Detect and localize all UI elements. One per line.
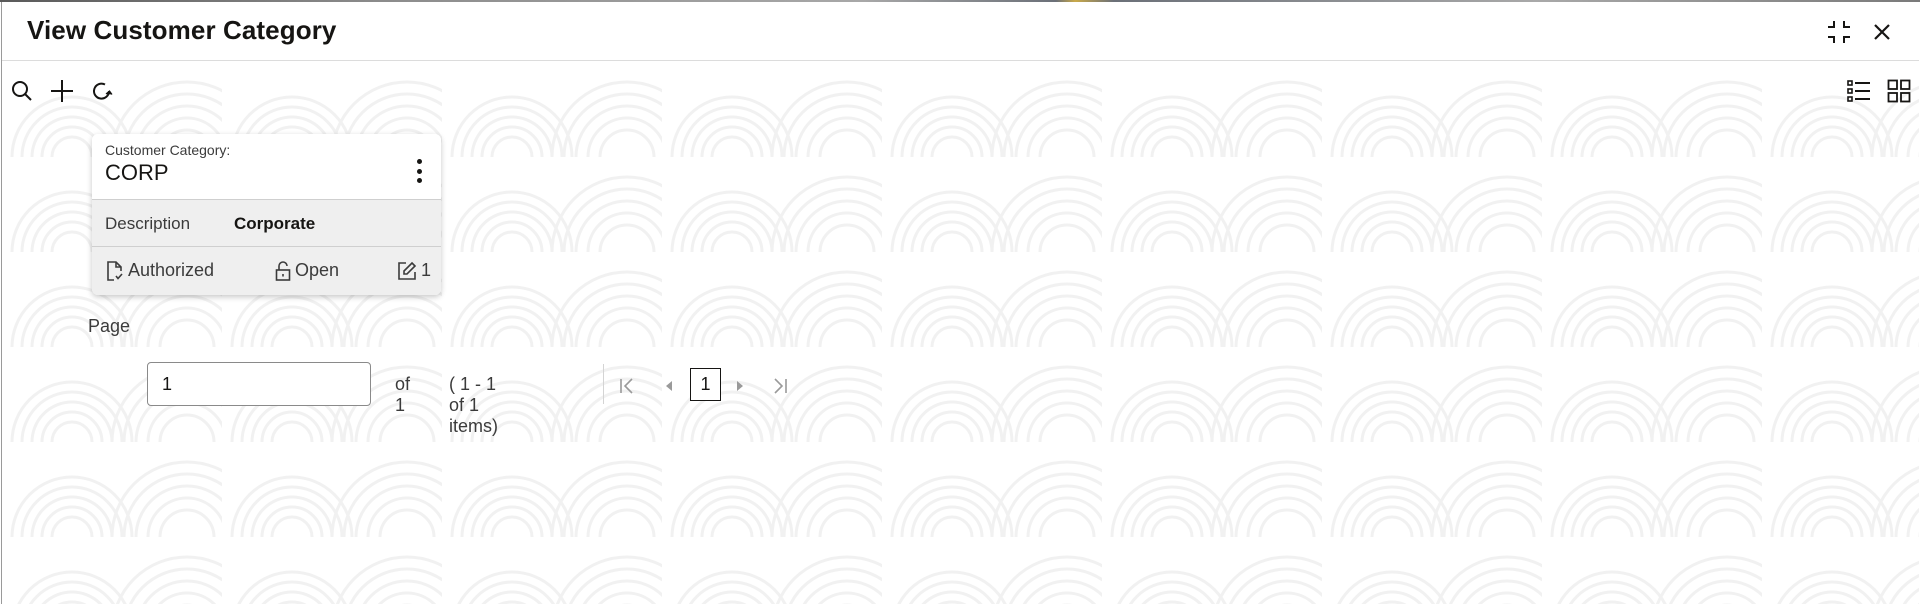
customer-category-value: CORP bbox=[105, 160, 169, 185]
page-number-input[interactable] bbox=[147, 362, 371, 406]
search-button[interactable] bbox=[9, 78, 35, 104]
record-status-text: Open bbox=[295, 260, 340, 280]
last-page-icon bbox=[774, 378, 787, 394]
kebab-dot bbox=[416, 168, 422, 174]
current-page-button[interactable]: 1 bbox=[690, 368, 721, 401]
kebab-dot bbox=[416, 178, 422, 183]
plus-icon bbox=[51, 80, 73, 102]
page-label: Page bbox=[88, 316, 131, 336]
description-label: Description bbox=[105, 214, 191, 233]
edit-icon bbox=[398, 261, 417, 280]
authorized-document-icon bbox=[107, 260, 123, 281]
refresh-button[interactable] bbox=[89, 78, 115, 104]
more-actions-button[interactable] bbox=[409, 156, 429, 186]
list-view-icon bbox=[1847, 80, 1870, 102]
authorization-status: Authorized bbox=[106, 260, 214, 281]
close-icon bbox=[1874, 24, 1890, 40]
previous-page-button[interactable] bbox=[658, 375, 680, 397]
record-status: Open bbox=[275, 260, 339, 281]
modification-count: 1 bbox=[397, 260, 431, 281]
unlock-icon bbox=[275, 260, 291, 281]
close-button[interactable] bbox=[1868, 18, 1896, 46]
kebab-dot bbox=[416, 159, 422, 164]
previous-page-icon bbox=[666, 381, 672, 391]
content-area: Customer Category: CORP Description Corp… bbox=[2, 62, 1919, 604]
page-title: View Customer Category bbox=[27, 15, 337, 45]
card-description-row: Description Corporate bbox=[92, 200, 441, 247]
next-page-button[interactable] bbox=[729, 375, 751, 397]
description-value: Corporate bbox=[234, 214, 316, 233]
modification-count-text: 1 bbox=[421, 260, 432, 280]
first-page-icon bbox=[620, 378, 633, 394]
authorization-status-text: Authorized bbox=[128, 260, 215, 280]
search-icon bbox=[12, 81, 32, 101]
next-page-icon bbox=[737, 381, 743, 391]
last-page-button[interactable] bbox=[769, 375, 791, 397]
card-header: Customer Category: CORP bbox=[92, 134, 441, 200]
card-footer: Authorized Open 1 bbox=[92, 247, 441, 295]
customer-category-label: Customer Category: bbox=[105, 142, 231, 158]
grid-view-button[interactable] bbox=[1886, 78, 1912, 104]
compress-icon bbox=[1828, 21, 1850, 43]
refresh-icon bbox=[93, 82, 113, 100]
list-view-button[interactable] bbox=[1846, 78, 1872, 104]
record-card[interactable]: Customer Category: CORP Description Corp… bbox=[92, 134, 441, 295]
add-button[interactable] bbox=[49, 78, 75, 104]
window-header: View Customer Category bbox=[2, 2, 1919, 61]
first-page-button[interactable] bbox=[616, 375, 638, 397]
item-range-text: ( 1 - 1 of 1 items) bbox=[449, 374, 498, 436]
grid-view-icon bbox=[1887, 79, 1911, 103]
minimize-button[interactable] bbox=[1825, 18, 1853, 46]
page-total-text: of 1 bbox=[395, 374, 411, 415]
pagination-divider bbox=[603, 364, 604, 404]
view-customer-category-window: View Customer Category Customer Category… bbox=[1, 2, 1919, 604]
